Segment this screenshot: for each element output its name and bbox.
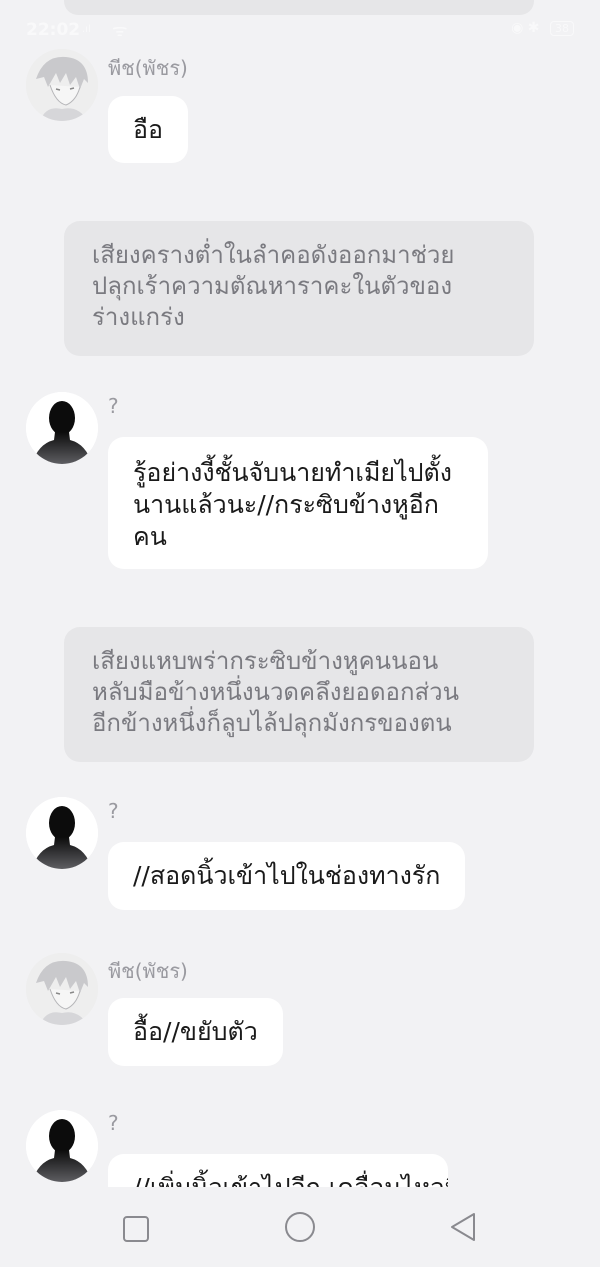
narration-line: ร่างแกร่ง xyxy=(92,303,185,331)
sender-name: พีช(พัชร) xyxy=(108,959,188,983)
avatar-silhouette-icon[interactable] xyxy=(26,1110,98,1182)
status-right-icons: ◉ ✱ 38 xyxy=(511,20,574,36)
message-text: นานแล้วนะ//กระซิบข้างหูอีก xyxy=(133,490,439,519)
alarm-bluetooth-icon: ◉ ✱ xyxy=(511,20,540,36)
narration-line: อีกข้างหนึ่งก็ลูบไล้ปลุกมังกรของตน xyxy=(92,709,452,737)
narration-line: หลับมือข้างหนึ่งนวดคลึงยอดอกส่วน xyxy=(92,678,460,706)
message-text: อื้อ//ขยับตัว xyxy=(133,1017,258,1046)
narration-card: เสียงครางต่ำในลำคอดังออกมาช่วย ปลุกเร้าค… xyxy=(64,221,534,356)
square-recent-apps-icon xyxy=(123,1216,149,1242)
message-text: //สอดนิ้วเข้าไปในช่องทางรัก xyxy=(133,861,441,890)
chat-scroll-area[interactable]: 22:02 .ıl ᯤ ◉ ✱ 38 พีช(พัชร) อือ เสียงคร… xyxy=(0,0,600,1187)
message-bubble[interactable]: รู้อย่างงี้ชั้นจับนายทำเมียไปตั้ง นานแล้… xyxy=(108,437,488,569)
sender-name: ? xyxy=(108,394,119,418)
system-nav-bar xyxy=(0,1187,600,1267)
narration-card: เสียงแหบพร่ากระซิบข้างหูคนนอน หลับมือข้า… xyxy=(64,627,534,762)
message-bubble[interactable]: //เพิ่มนิ้วเข้าไปอีก เคลื่อนไหวนิ้ว xyxy=(108,1154,448,1187)
triangle-back-icon xyxy=(451,1213,475,1241)
circle-home-icon xyxy=(285,1212,315,1242)
narration-line: เสียงแหบพร่ากระซิบข้างหูคนนอน xyxy=(92,647,439,675)
message-text: รู้อย่างงี้ชั้นจับนายทำเมียไปตั้ง xyxy=(133,458,452,487)
message-bubble[interactable]: อื้อ//ขยับตัว xyxy=(108,998,283,1066)
recent-apps-button[interactable] xyxy=(122,1215,150,1247)
back-button[interactable] xyxy=(448,1211,478,1247)
narration-card-partial xyxy=(64,0,534,15)
message-text: อือ xyxy=(133,115,164,144)
sender-name: พีช(พัชร) xyxy=(108,56,188,80)
message-text: //เพิ่มนิ้วเข้าไปอีก เคลื่อนไหวนิ้ว xyxy=(133,1173,448,1187)
chat-screen: 22:02 .ıl ᯤ ◉ ✱ 38 พีช(พัชร) อือ เสียงคร… xyxy=(0,0,600,1267)
narration-line: ปลุกเร้าความตัณหาราคะในตัวของ xyxy=(92,272,453,300)
message-bubble[interactable]: อือ xyxy=(108,96,189,163)
avatar-silhouette-icon[interactable] xyxy=(26,392,98,464)
status-time: 22:02 xyxy=(26,20,81,40)
avatar-silhouette-icon[interactable] xyxy=(26,797,98,869)
message-text: คน xyxy=(133,522,167,551)
message-bubble[interactable]: //สอดนิ้วเข้าไปในช่องทางรัก xyxy=(108,842,466,910)
avatar-anime-icon[interactable] xyxy=(26,49,98,121)
home-button[interactable] xyxy=(284,1211,316,1247)
avatar-anime-icon[interactable] xyxy=(26,953,98,1025)
narration-line: เสียงครางต่ำในลำคอดังออกมาช่วย xyxy=(92,241,455,269)
wifi-icon: ᯤ xyxy=(112,21,128,41)
sender-name: ? xyxy=(108,799,119,823)
status-bar: 22:02 .ıl ᯤ ◉ ✱ 38 xyxy=(0,18,600,46)
signal-icon: .ıl xyxy=(82,24,91,35)
sender-name: ? xyxy=(108,1111,119,1135)
battery-icon: 38 xyxy=(550,21,574,36)
